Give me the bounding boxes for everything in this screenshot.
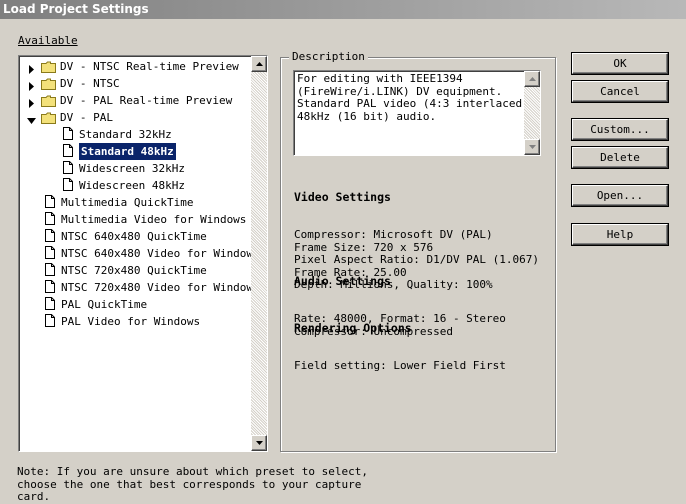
preset-item[interactable]: NTSC 640x480 QuickTime [19,228,248,245]
preset-item[interactable]: PAL QuickTime [19,296,248,313]
video-settings-heading: Video Settings [294,190,391,204]
document-icon [63,144,73,157]
arrow-down-icon [256,441,263,445]
custom-button[interactable]: Custom... [572,119,668,140]
delete-button[interactable]: Delete [572,147,668,168]
preset-item-label: PAL Video for Windows [61,315,201,328]
desc-scroll-down-button[interactable] [524,139,540,155]
preset-item[interactable]: Multimedia QuickTime [19,194,248,211]
description-textbox[interactable]: For editing with IEEE1394 (FireWire/i.LI… [293,70,541,156]
arrow-down-icon [529,145,536,149]
document-icon [45,314,55,327]
arrow-up-icon [256,62,263,66]
tree-scrollbar[interactable] [251,56,267,451]
cancel-button[interactable]: Cancel [572,81,668,102]
document-icon [45,212,55,225]
preset-item[interactable]: NTSC 720x480 Video for Windows [19,279,260,296]
desc-scroll-up-button[interactable] [524,71,540,87]
document-icon [63,161,73,174]
document-icon [63,178,73,191]
document-icon [45,297,55,310]
preset-item[interactable]: Standard 32kHz [19,126,248,143]
preset-item[interactable]: DV - PAL Real-time Preview [19,92,248,109]
preset-tree[interactable]: DV - NTSC Real-time Preview DV - NTSC DV -… [18,55,268,452]
scroll-up-button[interactable] [251,56,267,72]
preset-item-label: Widescreen 48kHz [79,179,185,192]
audio-settings-heading: Audio Settings [294,274,391,288]
document-icon [45,263,55,276]
description-group-title: Description [289,50,368,63]
preset-item-label: Standard 48kHz [79,143,176,160]
preset-item-label: NTSC 640x480 Video for Windows [61,247,260,260]
preset-item[interactable]: DV - NTSC [19,75,248,92]
preset-item-label: NTSC 720x480 QuickTime [61,264,207,277]
preset-item-label: Widescreen 32kHz [79,162,185,175]
preset-item[interactable]: NTSC 640x480 Video for Windows [19,245,260,262]
document-icon [45,246,55,259]
preset-list: DV - NTSC Real-time Preview DV - NTSC DV -… [19,58,260,330]
preset-item-label: NTSC 720x480 Video for Windows [61,281,260,294]
document-icon [63,127,73,140]
folder-icon [41,95,56,107]
collapsed-arrow-icon[interactable] [27,62,35,74]
preset-item[interactable]: DV - PAL [19,109,248,126]
collapsed-arrow-icon[interactable] [27,79,35,91]
document-icon [45,229,55,242]
description-scrollbar[interactable] [524,71,540,155]
preset-item-label: DV - NTSC [60,77,120,90]
preset-item-label: NTSC 640x480 QuickTime [61,230,207,243]
document-icon [45,280,55,293]
window-title: Load Project Settings [0,0,686,19]
preset-item-label: Multimedia QuickTime [61,196,194,209]
rendering-options-heading: Rendering Options [294,321,412,335]
preset-item-label: Standard 32kHz [79,128,172,141]
description-group: Description For editing with IEEE1394 (F… [280,50,556,452]
description-text: For editing with IEEE1394 (FireWire/i.LI… [297,72,536,123]
open-button[interactable]: Open... [572,185,668,206]
preset-item-label: PAL QuickTime [61,298,148,311]
preset-item-label: DV - PAL Real-time Preview [60,94,233,107]
preset-item[interactable]: Standard 48kHz [19,143,248,160]
rendering-options-section: Rendering Options Field setting: Lower F… [294,296,506,398]
folder-icon [41,61,56,73]
folder-icon [41,78,56,90]
preset-item-label: Multimedia Video for Windows [61,213,247,226]
preset-item[interactable]: Widescreen 48kHz [19,177,248,194]
help-button[interactable]: Help [572,224,668,245]
preset-item[interactable]: NTSC 720x480 QuickTime [19,262,248,279]
ok-button[interactable]: OK [572,53,668,74]
preset-item[interactable]: PAL Video for Windows [19,313,248,330]
preset-item[interactable]: Multimedia Video for Windows [19,211,248,228]
collapsed-arrow-icon[interactable] [27,96,35,108]
scroll-down-button[interactable] [251,435,267,451]
preset-item-label: DV - NTSC Real-time Preview [60,60,239,73]
document-icon [45,195,55,208]
expanded-arrow-icon[interactable] [27,113,36,124]
folder-icon [41,112,56,124]
preset-item[interactable]: DV - NTSC Real-time Preview [19,58,248,75]
available-label: Available [18,34,78,47]
arrow-up-icon [529,77,536,81]
preset-item-label: DV - PAL [60,111,113,124]
note-text: Note: If you are unsure about which pres… [17,465,368,503]
preset-item[interactable]: Widescreen 32kHz [19,160,248,177]
rendering-options-text: Field setting: Lower Field First [294,359,506,372]
